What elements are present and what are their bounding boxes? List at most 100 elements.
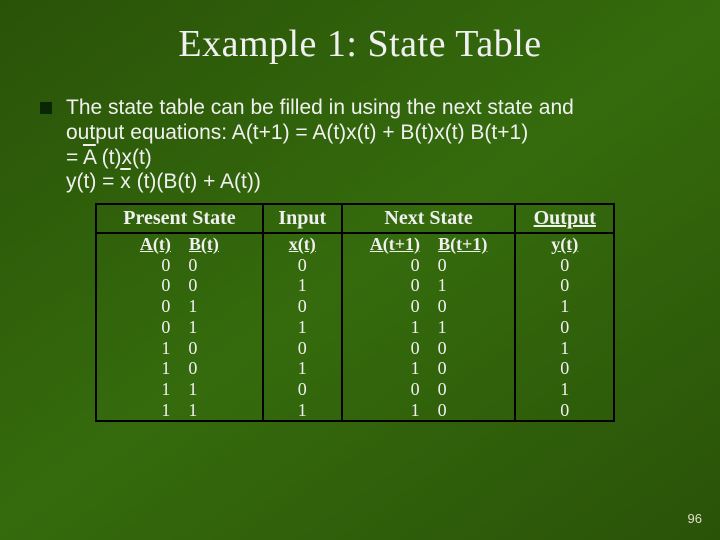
table-header-row: Present State Input Next State Output xyxy=(96,204,614,233)
cell-y: 1 xyxy=(515,296,614,317)
body-line-2b-post: (t)x(t) xyxy=(96,146,152,169)
page-number: 96 xyxy=(688,511,702,526)
table-row: 11 0 00 1 xyxy=(96,379,614,400)
cell-na: 1 xyxy=(411,400,420,421)
cell-y: 0 xyxy=(515,255,614,276)
cell-x: 0 xyxy=(263,379,342,400)
cell-next: 00 xyxy=(342,296,516,317)
cell-next: 01 xyxy=(342,275,516,296)
table-row: 01 1 11 0 xyxy=(96,317,614,338)
cell-x: 1 xyxy=(263,275,342,296)
cell-nb: 1 xyxy=(438,317,447,338)
table-row: 10 0 00 1 xyxy=(96,338,614,359)
cell-present: 01 xyxy=(96,317,263,338)
body-text: The state table can be filled in using t… xyxy=(66,96,574,195)
cell-na: 0 xyxy=(411,379,420,400)
cell-y: 0 xyxy=(515,275,614,296)
cell-x: 0 xyxy=(263,338,342,359)
table-row: 00 1 01 0 xyxy=(96,275,614,296)
table-subheader-row: A(t) B(t) x(t) A(t+1) B(t+1) y(t) xyxy=(96,233,614,255)
slide-root: Example 1: State Table The state table c… xyxy=(0,0,720,540)
cell-nb: 0 xyxy=(438,338,447,359)
cell-nb: 0 xyxy=(438,400,447,421)
cell-na: 1 xyxy=(411,358,420,379)
subhead-output: y(t) xyxy=(515,233,614,255)
cell-b: 0 xyxy=(188,338,197,359)
cell-next: 00 xyxy=(342,255,516,276)
cell-present: 01 xyxy=(96,296,263,317)
cell-nb: 0 xyxy=(438,379,447,400)
cell-b: 1 xyxy=(188,317,197,338)
cell-present: 11 xyxy=(96,400,263,422)
cell-next: 10 xyxy=(342,400,516,422)
cell-x: 1 xyxy=(263,317,342,338)
cell-a: 0 xyxy=(161,275,170,296)
cell-nb: 0 xyxy=(438,296,447,317)
cell-present: 00 xyxy=(96,275,263,296)
cell-a: 0 xyxy=(161,255,170,276)
body-line-2b-bar: A xyxy=(83,146,96,169)
cell-next: 10 xyxy=(342,358,516,379)
cell-y: 1 xyxy=(515,379,614,400)
cell-a: 0 xyxy=(161,296,170,317)
state-table: Present State Input Next State Output A(… xyxy=(95,203,615,422)
cell-x: 0 xyxy=(263,255,342,276)
cell-a: 1 xyxy=(161,358,170,379)
cell-present: 10 xyxy=(96,338,263,359)
cell-x: 0 xyxy=(263,296,342,317)
cell-b: 1 xyxy=(188,400,197,421)
body-line-2b-pre: = xyxy=(66,146,83,169)
subhead-bt1: B(t+1) xyxy=(438,234,487,255)
cell-b: 0 xyxy=(188,255,197,276)
subhead-present: A(t) B(t) xyxy=(96,233,263,255)
cell-next: 00 xyxy=(342,379,516,400)
cell-present: 11 xyxy=(96,379,263,400)
bullet-row: The state table can be filled in using t… xyxy=(40,96,670,195)
subhead-input: x(t) xyxy=(263,233,342,255)
slide-title: Example 1: State Table xyxy=(0,0,720,66)
table-row: 10 1 10 0 xyxy=(96,358,614,379)
cell-next: 00 xyxy=(342,338,516,359)
table-row: 11 1 10 0 xyxy=(96,400,614,422)
cell-y: 1 xyxy=(515,338,614,359)
cell-y: 0 xyxy=(515,317,614,338)
col-input: Input xyxy=(263,204,342,233)
body-line-3-post: (t)(B(t) + A(t)) xyxy=(131,170,261,193)
body-line-3-pre: y(t) = xyxy=(66,170,120,193)
cell-na: 0 xyxy=(411,275,420,296)
cell-x: 1 xyxy=(263,400,342,422)
col-next-state: Next State xyxy=(342,204,516,233)
cell-na: 0 xyxy=(411,255,420,276)
cell-b: 1 xyxy=(188,379,197,400)
body-line-1: The state table can be filled in using t… xyxy=(66,96,574,119)
cell-a: 0 xyxy=(161,317,170,338)
cell-na: 1 xyxy=(411,317,420,338)
table-row: 01 0 00 1 xyxy=(96,296,614,317)
state-table-wrap: Present State Input Next State Output A(… xyxy=(95,203,615,422)
cell-y: 0 xyxy=(515,358,614,379)
subhead-at: A(t) xyxy=(140,234,171,255)
cell-next: 11 xyxy=(342,317,516,338)
cell-b: 0 xyxy=(188,358,197,379)
cell-b: 0 xyxy=(188,275,197,296)
bullet-icon xyxy=(40,102,52,114)
col-output: Output xyxy=(515,204,614,233)
col-present-state: Present State xyxy=(96,204,263,233)
subhead-next: A(t+1) B(t+1) xyxy=(342,233,516,255)
cell-a: 1 xyxy=(161,338,170,359)
cell-nb: 0 xyxy=(438,358,447,379)
cell-a: 1 xyxy=(161,379,170,400)
cell-nb: 1 xyxy=(438,275,447,296)
cell-a: 1 xyxy=(161,400,170,421)
slide-body: The state table can be filled in using t… xyxy=(0,66,720,422)
cell-present: 00 xyxy=(96,255,263,276)
body-line-3-bar: x xyxy=(120,170,131,193)
cell-na: 0 xyxy=(411,338,420,359)
body-line-2a: output equations: A(t+1) = A(t)x(t) + B(… xyxy=(66,121,528,144)
cell-y: 0 xyxy=(515,400,614,422)
cell-na: 0 xyxy=(411,296,420,317)
cell-present: 10 xyxy=(96,358,263,379)
cell-b: 1 xyxy=(188,296,197,317)
subhead-bt: B(t) xyxy=(189,234,219,255)
cell-nb: 0 xyxy=(438,255,447,276)
